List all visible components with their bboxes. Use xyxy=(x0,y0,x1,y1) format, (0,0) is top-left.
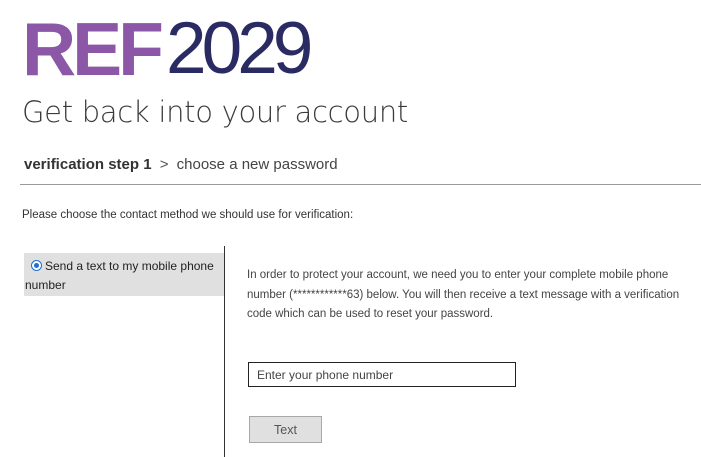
page-title: Get back into your account xyxy=(22,95,408,129)
logo-year-text: 2029 xyxy=(166,8,313,89)
contact-option-label: Send a text to my mobile phone number xyxy=(25,259,214,292)
verification-description: In order to protect your account, we nee… xyxy=(247,269,680,320)
selected-radio-icon[interactable] xyxy=(31,260,42,271)
next-step-label: choose a new password xyxy=(176,156,338,173)
send-text-button[interactable]: Text xyxy=(249,416,322,443)
contact-option-text-mobile[interactable]: Send a text to my mobile phone number xyxy=(24,253,224,296)
password-reset-page: REF 2029 Get back into your account veri… xyxy=(0,0,701,457)
logo-brand-text: REF xyxy=(22,7,164,91)
step-separator: > xyxy=(159,156,169,173)
ref2029-logo: REF 2029 xyxy=(22,7,313,91)
phone-number-input[interactable] xyxy=(248,362,516,387)
options-panel-divider xyxy=(224,246,225,457)
contact-method-instruction: Please choose the contact method we shou… xyxy=(22,209,354,221)
current-step-label: verification step 1 xyxy=(24,156,152,173)
step-breadcrumb: verification step 1 > choose a new passw… xyxy=(24,154,338,176)
header-divider xyxy=(20,184,701,185)
